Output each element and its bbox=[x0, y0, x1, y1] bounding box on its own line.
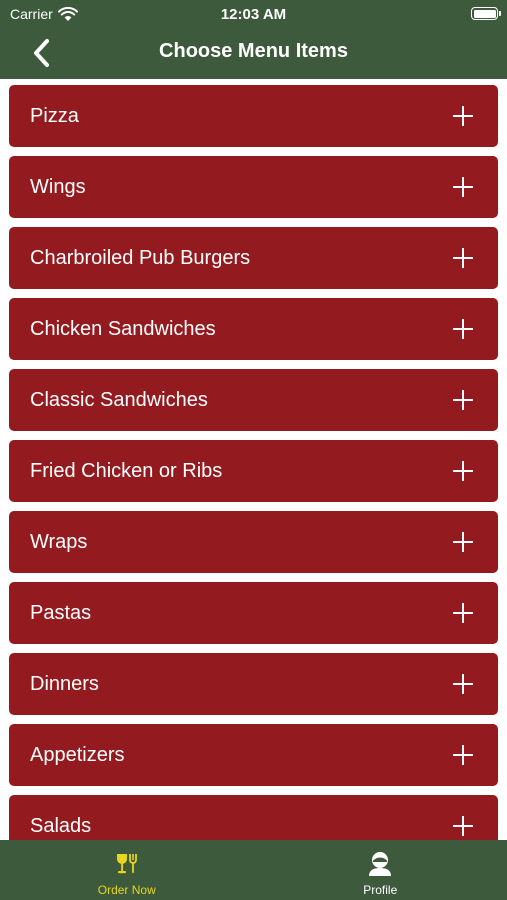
plus-icon[interactable] bbox=[453, 248, 473, 268]
plus-icon[interactable] bbox=[453, 461, 473, 481]
menu-category-list-container[interactable]: Pizza Wings Charbroiled Pub Burgers Chic… bbox=[0, 79, 507, 840]
menu-item-label: Classic Sandwiches bbox=[30, 388, 208, 411]
menu-item-label: Salads bbox=[30, 814, 92, 837]
menu-item-label: Wings bbox=[30, 175, 86, 198]
plus-icon[interactable] bbox=[453, 674, 473, 694]
menu-item-label: Dinners bbox=[30, 672, 99, 695]
menu-item-label: Pizza bbox=[30, 104, 79, 127]
menu-item-label: Chicken Sandwiches bbox=[30, 317, 216, 340]
menu-item-wraps[interactable]: Wraps bbox=[9, 511, 498, 573]
menu-item-wings[interactable]: Wings bbox=[9, 156, 498, 218]
page-title: Choose Menu Items bbox=[159, 40, 348, 62]
menu-item-label: Appetizers bbox=[30, 743, 125, 766]
menu-item-label: Fried Chicken or Ribs bbox=[30, 459, 223, 482]
plus-icon[interactable] bbox=[453, 319, 473, 339]
top-bar: Carrier 12:03 AM Choose Menu Items bbox=[0, 0, 507, 79]
status-bar: Carrier 12:03 AM bbox=[0, 0, 507, 28]
tab-label: Profile bbox=[363, 883, 398, 897]
menu-item-fried-chicken-or-ribs[interactable]: Fried Chicken or Ribs bbox=[9, 440, 498, 502]
nav-bar: Choose Menu Items bbox=[0, 28, 507, 79]
menu-item-classic-sandwiches[interactable]: Classic Sandwiches bbox=[9, 369, 498, 431]
plus-icon[interactable] bbox=[453, 603, 473, 623]
status-time: 12:03 AM bbox=[220, 6, 287, 23]
tab-profile[interactable]: Profile bbox=[254, 840, 507, 900]
menu-item-appetizers[interactable]: Appetizers bbox=[9, 724, 498, 786]
plus-icon[interactable] bbox=[453, 816, 473, 836]
menu-item-salads[interactable]: Salads bbox=[9, 795, 498, 840]
menu-item-label: Pastas bbox=[30, 601, 92, 624]
menu-item-chicken-sandwiches[interactable]: Chicken Sandwiches bbox=[9, 298, 498, 360]
menu-item-dinners[interactable]: Dinners bbox=[9, 653, 498, 715]
menu-item-label: Wraps bbox=[30, 530, 88, 553]
plus-icon[interactable] bbox=[453, 745, 473, 765]
tab-order-now[interactable]: Order Now bbox=[0, 840, 254, 900]
plus-icon[interactable] bbox=[453, 177, 473, 197]
plus-icon[interactable] bbox=[453, 390, 473, 410]
plus-icon[interactable] bbox=[453, 106, 473, 126]
menu-item-pizza[interactable]: Pizza bbox=[9, 85, 498, 147]
battery-icon bbox=[471, 7, 501, 20]
menu-category-list: Pizza Wings Charbroiled Pub Burgers Chic… bbox=[0, 79, 507, 840]
menu-item-label: Charbroiled Pub Burgers bbox=[30, 246, 251, 269]
wine-glass-fork-icon bbox=[116, 854, 137, 874]
tab-label: Order Now bbox=[97, 883, 156, 897]
tab-bar: Order Now Profile bbox=[0, 840, 507, 900]
plus-icon[interactable] bbox=[453, 532, 473, 552]
profile-icon bbox=[369, 852, 392, 876]
menu-item-pastas[interactable]: Pastas bbox=[9, 582, 498, 644]
menu-item-charbroiled-pub-burgers[interactable]: Charbroiled Pub Burgers bbox=[9, 227, 498, 289]
